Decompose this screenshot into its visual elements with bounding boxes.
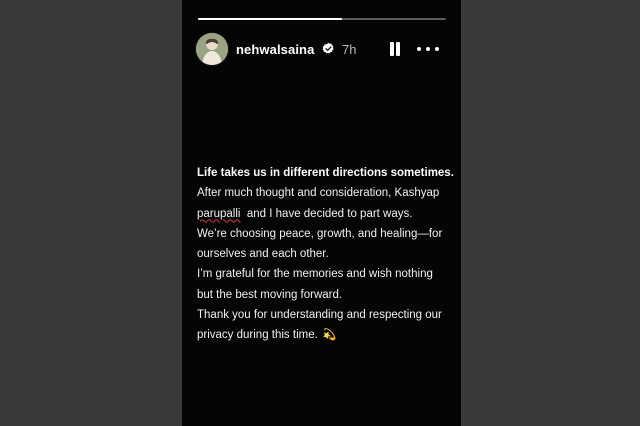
avatar-image <box>196 33 228 65</box>
story-line-rest: and I have decided to part ways. <box>240 207 413 220</box>
avatar[interactable] <box>196 33 228 65</box>
story-progress-fill <box>198 18 342 20</box>
story-viewer[interactable]: nehwalsaina 7h Life takes us in differen… <box>182 0 461 426</box>
story-line: I’m grateful for the memories and wish n… <box>197 268 433 281</box>
pause-button[interactable] <box>384 38 406 60</box>
dizzy-emoji-icon: 💫 <box>322 329 337 342</box>
story-line: We’re choosing peace, growth, and healin… <box>197 227 443 240</box>
story-line: but the best moving forward. <box>197 288 343 301</box>
story-line: privacy during this time. 💫 <box>197 325 457 345</box>
story-heading: Life takes us in different directions so… <box>197 167 454 179</box>
story-line: After much thought and consideration, Ka… <box>197 187 440 200</box>
story-line: Thank you for understanding and respecti… <box>197 309 442 322</box>
username[interactable]: nehwalsaina <box>236 42 314 57</box>
post-time: 7h <box>342 42 357 57</box>
story-line: ourselves and each other. <box>197 248 329 261</box>
story-line-text: privacy during this time. <box>197 329 318 342</box>
verified-badge-icon <box>322 42 334 54</box>
more-options-button[interactable] <box>415 38 441 60</box>
screen-frame: nehwalsaina 7h Life takes us in differen… <box>0 0 640 426</box>
story-text: Life takes us in different directions so… <box>197 163 457 346</box>
misspelled-name: parupalli <box>197 207 241 220</box>
story-header: nehwalsaina 7h <box>196 33 448 67</box>
story-line: parupalli and I have decided to part way… <box>197 204 457 224</box>
story-progress-track <box>198 18 446 20</box>
